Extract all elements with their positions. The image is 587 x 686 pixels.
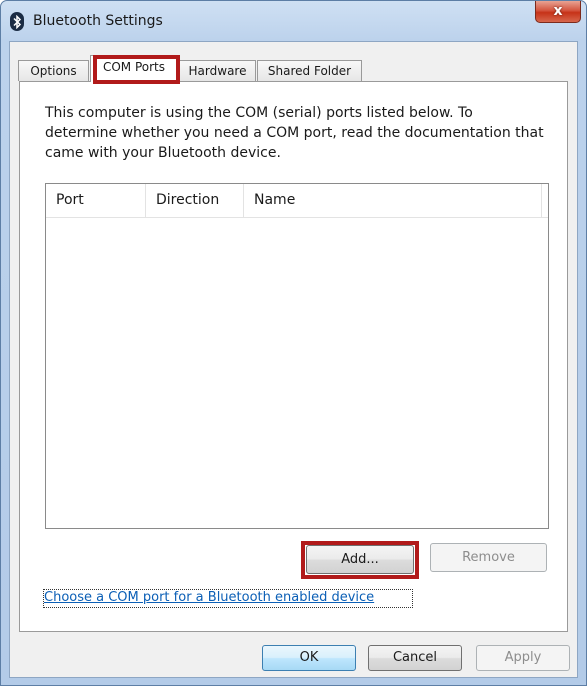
description-text: This computer is using the COM (serial) … <box>45 105 544 161</box>
list-body[interactable] <box>46 218 548 528</box>
title-bar[interactable]: Bluetooth Settings x <box>1 1 586 41</box>
add-button[interactable]: Add... <box>306 545 414 574</box>
close-button[interactable]: x <box>535 1 581 23</box>
tab-shared-folder[interactable]: Shared Folder <box>257 60 362 81</box>
com-ports-list[interactable]: Port Direction Name <box>45 183 549 529</box>
window-title: Bluetooth Settings <box>33 13 163 29</box>
tab-options[interactable]: Options <box>18 60 89 81</box>
close-icon[interactable]: x <box>553 3 562 19</box>
tab-shared-folder-label: Shared Folder <box>267 64 352 78</box>
tab-com-ports[interactable]: COM Ports <box>90 55 178 82</box>
cancel-button[interactable]: Cancel <box>368 645 462 671</box>
ok-button[interactable]: OK <box>262 645 356 671</box>
list-header: Port Direction Name <box>46 184 548 218</box>
apply-button[interactable]: Apply <box>476 645 570 671</box>
column-header-name[interactable]: Name <box>244 184 542 217</box>
bluetooth-icon <box>10 12 24 31</box>
choose-com-port-link[interactable]: Choose a COM port for a Bluetooth enable… <box>44 590 374 605</box>
column-header-port[interactable]: Port <box>46 184 146 217</box>
remove-button[interactable]: Remove <box>430 543 547 572</box>
tab-hardware[interactable]: Hardware <box>179 60 256 81</box>
tab-com-ports-label: COM Ports <box>102 60 166 74</box>
column-header-direction[interactable]: Direction <box>146 184 244 217</box>
tab-hardware-label: Hardware <box>188 64 247 78</box>
tab-options-label: Options <box>30 64 77 78</box>
